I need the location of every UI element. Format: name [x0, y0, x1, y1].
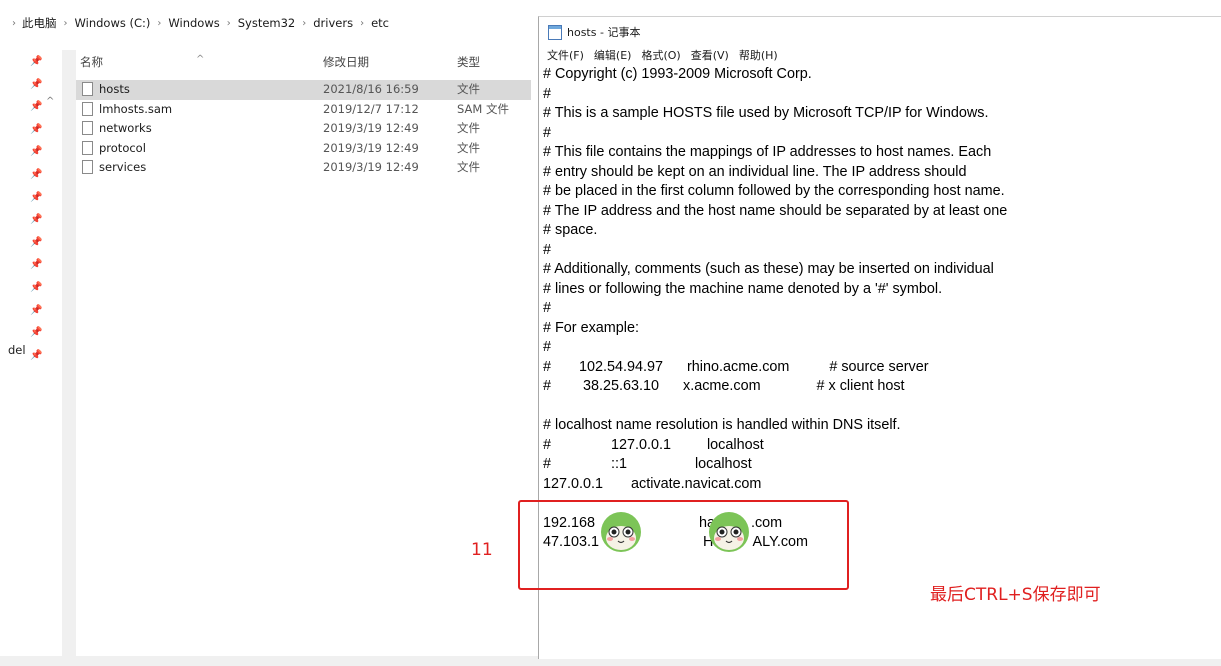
breadcrumb: › 此电脑 › Windows (C:) › Windows › System3… [0, 12, 530, 34]
pin-icon[interactable]: 📌 [30, 192, 42, 204]
vertical-scrollbar[interactable] [62, 50, 76, 660]
file-icon [82, 160, 93, 174]
breadcrumb-item-etc[interactable]: etc [371, 16, 389, 30]
sticker-redaction-icon [601, 512, 641, 552]
file-name: lmhosts.sam [99, 101, 173, 116]
pin-icon[interactable]: 📌 [30, 101, 42, 113]
chevron-right-icon: › [12, 17, 16, 29]
menu-file[interactable]: 文件(F) [547, 47, 584, 63]
file-date: 2019/12/7 17:12 [323, 101, 419, 116]
pin-icon[interactable]: 📌 [30, 214, 42, 226]
file-name: networks [99, 121, 152, 135]
pin-icon[interactable]: 📌 [30, 259, 42, 271]
file-name: protocol [99, 140, 146, 155]
nav-item-del[interactable]: del [8, 343, 26, 357]
file-name: services [99, 160, 147, 174]
text-editor[interactable]: # Copyright (c) 1993-2009 Microsoft Corp… [543, 65, 1213, 553]
breadcrumb-item-this-pc[interactable]: 此电脑 [22, 15, 57, 31]
file-type: 文件 [457, 160, 480, 174]
pin-icon[interactable]: 📌 [30, 327, 42, 339]
chevron-right-icon: › [157, 17, 162, 29]
pin-icon[interactable]: 📌 [30, 237, 42, 249]
highlight-box [518, 500, 849, 590]
column-header-name[interactable]: 名称 [80, 54, 103, 70]
pin-icon[interactable]: 📌 [30, 169, 42, 181]
breadcrumb-item-drivers[interactable]: drivers [313, 16, 353, 30]
sticker-redaction-icon [709, 512, 749, 552]
file-row[interactable]: protocol 2019/3/19 12:49 文件 [76, 139, 531, 159]
file-row[interactable]: hosts 2021/8/16 16:59 文件 [76, 80, 531, 100]
chevron-right-icon: › [302, 17, 307, 29]
annotation-label: 11 [471, 540, 493, 560]
file-icon [82, 82, 93, 96]
file-icon [82, 101, 93, 116]
chevron-up-icon[interactable]: ^ [46, 96, 54, 107]
file-date: 2019/3/19 12:49 [323, 160, 419, 174]
save-hint-annotation: 最后CTRL+S保存即可 [930, 585, 1101, 605]
file-row[interactable]: lmhosts.sam 2019/12/7 17:12 SAM 文件 [76, 100, 531, 120]
pin-icon[interactable]: 📌 [30, 282, 42, 294]
sort-ascending-icon: ^ [196, 54, 205, 65]
pin-icon[interactable]: 📌 [30, 79, 42, 91]
menu-view[interactable]: 查看(V) [691, 47, 729, 63]
breadcrumb-item-windows[interactable]: Windows [168, 16, 219, 30]
menu-bar: 文件(F) 编辑(E) 格式(O) 查看(V) 帮助(H) [539, 45, 1221, 65]
file-type: 文件 [457, 121, 480, 135]
notepad-titlebar[interactable]: hosts - 记事本 [539, 17, 1221, 45]
menu-format[interactable]: 格式(O) [641, 47, 680, 63]
column-header-date[interactable]: 修改日期 [323, 54, 369, 70]
file-name: hosts [99, 82, 130, 96]
chevron-right-icon: › [360, 17, 365, 29]
menu-edit[interactable]: 编辑(E) [594, 47, 632, 63]
breadcrumb-item-c-drive[interactable]: Windows (C:) [75, 16, 151, 30]
file-date: 2021/8/16 16:59 [323, 82, 419, 96]
chevron-right-icon: › [226, 17, 231, 29]
file-type: 文件 [457, 140, 480, 155]
file-date: 2019/3/19 12:49 [323, 121, 419, 135]
breadcrumb-item-system32[interactable]: System32 [238, 16, 296, 30]
window-title: hosts - 记事本 [567, 26, 641, 39]
chevron-right-icon: › [63, 17, 68, 29]
file-row[interactable]: services 2019/3/19 12:49 文件 [76, 158, 531, 178]
pin-icon[interactable]: 📌 [30, 146, 42, 158]
file-row[interactable]: networks 2019/3/19 12:49 文件 [76, 119, 531, 139]
notepad-icon [548, 25, 562, 40]
file-list: hosts 2021/8/16 16:59 文件 lmhosts.sam 201… [76, 80, 531, 178]
column-header-type[interactable]: 类型 [457, 54, 480, 70]
pin-icon[interactable]: 📌 [30, 124, 42, 136]
file-type: SAM 文件 [457, 101, 509, 116]
file-icon [82, 140, 93, 155]
menu-help[interactable]: 帮助(H) [739, 47, 778, 63]
pin-icon[interactable]: 📌 [30, 56, 42, 68]
pin-icon[interactable]: 📌 [30, 305, 42, 317]
file-icon [82, 121, 93, 135]
pin-icon[interactable]: 📌 [30, 350, 42, 362]
file-list-header: 名称 ^ 修改日期 类型 [76, 48, 531, 74]
file-type: 文件 [457, 82, 480, 96]
file-date: 2019/3/19 12:49 [323, 140, 419, 155]
